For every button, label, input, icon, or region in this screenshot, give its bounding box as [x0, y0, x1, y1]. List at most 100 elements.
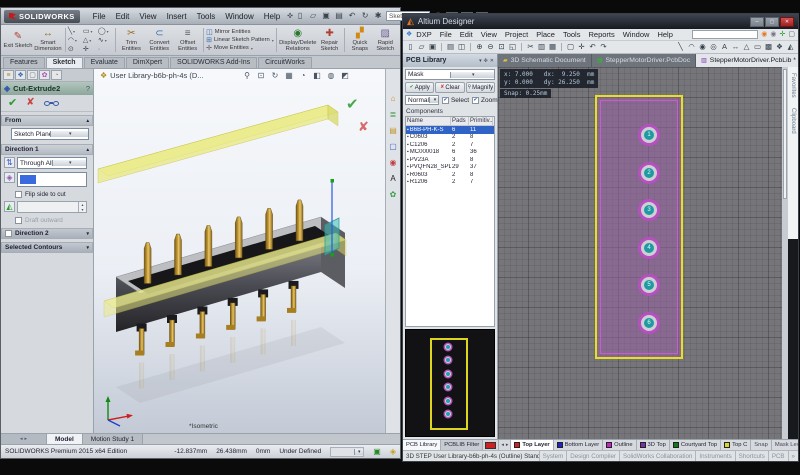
place-arc-icon[interactable]: ◠: [687, 43, 696, 51]
move-icon[interactable]: ✛: [577, 43, 586, 51]
preview-glasses-icon[interactable]: [44, 101, 59, 106]
place-string-icon[interactable]: A: [720, 43, 729, 51]
trim-entities-button[interactable]: ✂ Trim Entities: [118, 26, 145, 54]
doc-tab-pcblib[interactable]: ▥ StepperMotorDriver.PcbLib *: [696, 54, 798, 67]
mask-level-button[interactable]: Mask Level: [772, 440, 798, 450]
snap-button[interactable]: Snap: [751, 440, 772, 450]
pad-6[interactable]: 6: [638, 312, 660, 334]
close-button[interactable]: ✕: [780, 17, 794, 27]
apply-button[interactable]: ✔Apply: [405, 82, 434, 93]
table-row[interactable]: ▪C120627: [406, 141, 494, 149]
view-orientation-icon[interactable]: ◔: [298, 72, 308, 80]
tab-features[interactable]: Features: [3, 57, 45, 68]
new-icon[interactable]: ▯: [295, 11, 305, 21]
doc-tab-pcbdoc[interactable]: ▦ StepperMotorDriver.PcbDoc: [592, 54, 696, 67]
place-pad-icon[interactable]: ◉: [698, 43, 707, 51]
menu-tools[interactable]: Tools: [192, 11, 221, 22]
add-icon[interactable]: ✛: [780, 31, 786, 38]
direction1-section-header[interactable]: Direction 1 ▴: [1, 144, 93, 155]
3d-view-icon[interactable]: ◭: [786, 43, 795, 51]
menu-help[interactable]: Help: [259, 11, 285, 22]
zoom-fit-icon[interactable]: ◱: [508, 43, 517, 51]
save-icon[interactable]: ▣: [321, 11, 331, 21]
menu-window[interactable]: Window: [220, 11, 258, 22]
col-primitives[interactable]: Primitiv..: [469, 117, 493, 125]
alert-icon[interactable]: ◈: [390, 448, 396, 456]
vertical-scrollbar[interactable]: [782, 67, 788, 439]
menu-project[interactable]: Project: [501, 30, 532, 39]
zoom-in-icon[interactable]: ⊕: [475, 43, 484, 51]
place-polygon-icon[interactable]: △: [742, 43, 751, 51]
draft-outward-checkbox[interactable]: [15, 217, 22, 224]
from-plane-select[interactable]: Sketch Plane ▾: [11, 128, 89, 140]
cancel-button[interactable]: ✘: [26, 98, 34, 108]
flip-side-checkbox-row[interactable]: Flip side to cut: [15, 191, 89, 198]
3d-viewport[interactable]: ❖ User Library-b6b-ph-4s (D... ⚲ ⊡ ↻ ▦ ◔…: [94, 69, 400, 433]
clear-button[interactable]: ✘Clear: [435, 82, 464, 93]
active-layer-swatch[interactable]: [483, 440, 499, 450]
layer-tab-top[interactable]: Top Layer: [511, 440, 553, 450]
layer-tab-top-courtyard[interactable]: Top C: [721, 440, 751, 450]
design-compiler-button[interactable]: Design Compiler: [566, 451, 619, 461]
table-row[interactable]: ▪R060328: [406, 171, 494, 179]
centerline-tool[interactable]: ✛: [83, 45, 98, 54]
zoom-fit-icon[interactable]: ⚲: [242, 72, 252, 80]
place-via-icon[interactable]: ◎: [709, 43, 718, 51]
menu-dxp[interactable]: DXP: [412, 30, 435, 39]
convert-entities-button[interactable]: ⊂ Convert Entities: [145, 26, 174, 54]
featuremanager-tab-icon[interactable]: ≡: [3, 70, 14, 80]
point-tool[interactable]: ⊙: [68, 45, 83, 54]
ellipse-tool[interactable]: ·: [98, 45, 113, 54]
arc-tool[interactable]: ◠▾: [68, 36, 83, 45]
previous-view-icon[interactable]: ↻: [270, 72, 280, 80]
layer-tab-outline[interactable]: Outline: [603, 440, 636, 450]
pad-3[interactable]: 3: [638, 199, 660, 221]
display-style-icon[interactable]: ◧: [312, 72, 322, 80]
line-tool[interactable]: ╲▾: [68, 27, 83, 36]
place-component-icon[interactable]: ❖: [775, 43, 784, 51]
print-icon[interactable]: ▤: [334, 11, 344, 21]
display-tab-icon[interactable]: ◔: [51, 70, 62, 80]
connector-3d-model[interactable]: [96, 85, 386, 425]
tag-icon[interactable]: ▣: [373, 448, 381, 456]
mirror-entities-button[interactable]: ◫Mirror Entities: [206, 29, 274, 36]
layer-tab-3d-top[interactable]: 3D Top: [637, 440, 670, 450]
table-row[interactable]: ▪C060328: [406, 134, 494, 142]
side-tab-clipboard[interactable]: Clipboard: [790, 108, 796, 134]
menu-window[interactable]: Window: [619, 30, 654, 39]
col-name[interactable]: Name: [406, 117, 451, 125]
magnify-button[interactable]: ⚲Magnify: [466, 82, 495, 93]
copy-icon[interactable]: ▥: [537, 43, 546, 51]
zoom-out-icon[interactable]: ⊖: [486, 43, 495, 51]
linear-pattern-button[interactable]: ⊞Linear Sketch Pattern▾: [206, 37, 274, 44]
tab-motion-study[interactable]: Motion Study 1: [83, 434, 143, 444]
pad-4[interactable]: 4: [638, 237, 660, 259]
save-icon[interactable]: ▣: [428, 43, 437, 51]
select-icon[interactable]: ▢: [566, 43, 575, 51]
table-row[interactable]: ▪B6B-PH-K-S611: [406, 126, 494, 134]
appearance-icon[interactable]: ◩: [340, 72, 350, 80]
custom-properties-icon[interactable]: A: [388, 173, 399, 184]
solidworks-collaboration-button[interactable]: SolidWorks Collaboration: [619, 451, 695, 461]
search-input[interactable]: [692, 30, 758, 39]
menu-help[interactable]: Help: [653, 30, 676, 39]
appearances-icon[interactable]: ◉: [388, 157, 399, 168]
table-row[interactable]: ▪MC000018636: [406, 149, 494, 157]
layer-scroll-buttons[interactable]: ◂▸: [499, 440, 511, 450]
design-library-icon[interactable]: ≣: [388, 109, 399, 120]
layout-icon[interactable]: ▢: [788, 31, 795, 38]
zoom-checkbox-row[interactable]: ✔Zoom: [472, 97, 498, 104]
tab-dimxpert[interactable]: DimXpert: [126, 57, 169, 68]
direction2-checkbox[interactable]: [5, 230, 12, 237]
place-fill-icon[interactable]: ▩: [764, 43, 773, 51]
scrollbar-thumb[interactable]: [783, 69, 787, 199]
panel-tab-pcblib-filter[interactable]: PCBLIB Filter: [441, 440, 483, 450]
panel-menu-icon[interactable]: ▾: [479, 58, 482, 64]
tab-evaluate[interactable]: Evaluate: [84, 57, 125, 68]
table-row[interactable]: ▪R120627: [406, 179, 494, 187]
pcb-editor-canvas[interactable]: x: 7.000 dx: 9.250 mm y: 0.000 dy: 26.25…: [498, 67, 782, 439]
pad-5[interactable]: 5: [638, 274, 660, 296]
select-checkbox[interactable]: ✔: [442, 97, 449, 104]
spline-tool[interactable]: ∿▾: [98, 36, 113, 45]
offset-entities-button[interactable]: ≡ Offset Entities: [174, 26, 201, 54]
